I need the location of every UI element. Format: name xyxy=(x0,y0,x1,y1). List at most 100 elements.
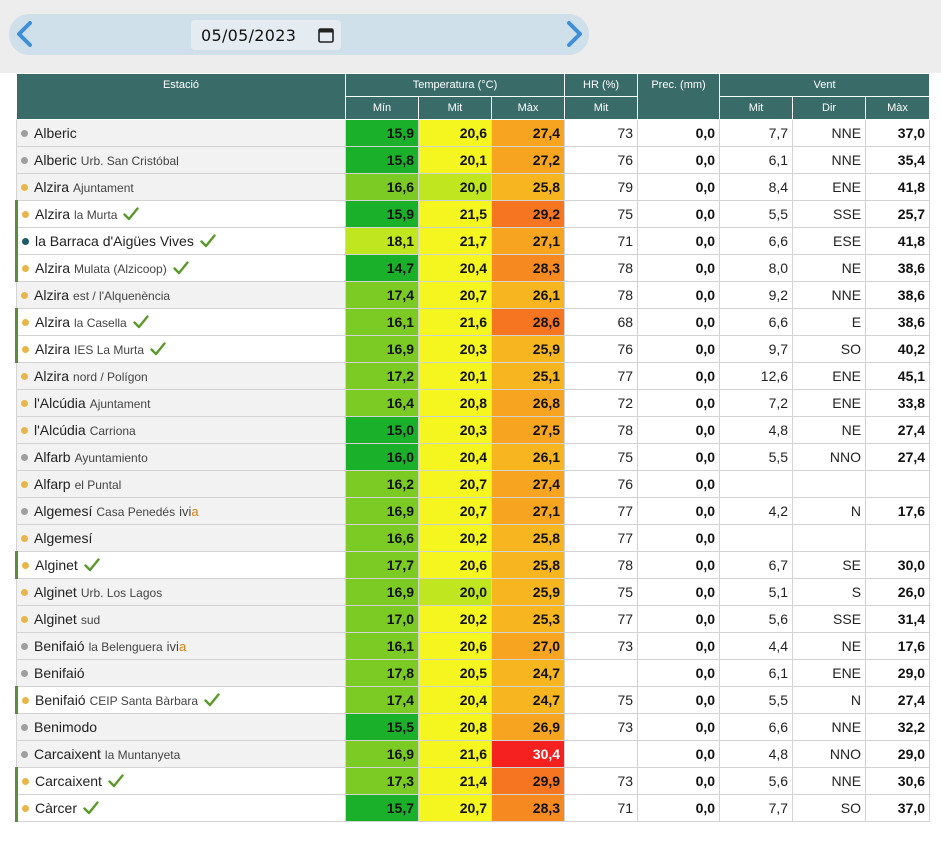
station-name[interactable]: Benifaió xyxy=(34,665,85,681)
table-row[interactable]: Alzira nord / Polígon 17,2 20,1 25,1 77 0,0 12,… xyxy=(16,362,931,390)
station-cell[interactable]: Càrcer xyxy=(15,794,346,822)
table-row[interactable]: Benifaió CEIP Santa Bàrbara 17,4 20,4 24,7 75… xyxy=(15,686,931,714)
station-name[interactable]: Alzira xyxy=(35,206,70,222)
station-name[interactable]: Benifaió xyxy=(35,692,86,708)
station-name[interactable]: Alzira xyxy=(34,287,69,303)
station-name[interactable]: Carcaixent xyxy=(34,746,101,762)
station-cell[interactable]: Alfarp el Puntal xyxy=(16,470,346,498)
station-cell[interactable]: Alzira IES La Murta xyxy=(15,335,346,363)
station-cell[interactable]: Algemesí Casa Penedés ivia xyxy=(16,497,346,525)
station-name[interactable]: l'Alcúdia xyxy=(34,395,86,411)
header-temp-mit[interactable]: Mit xyxy=(418,96,492,120)
station-name[interactable]: Algemesí xyxy=(34,503,92,519)
wind-mit-cell: 4,8 xyxy=(719,740,794,768)
station-location: la Muntanyeta xyxy=(104,748,181,762)
header-temp-min[interactable]: Mín xyxy=(345,96,419,120)
station-name[interactable]: Càrcer xyxy=(35,800,77,816)
station-cell[interactable]: Benifaió xyxy=(16,659,346,687)
station-cell[interactable]: l'Alcúdia Ajuntament xyxy=(16,389,346,417)
table-row[interactable]: Alzira la Murta 15,9 21,5 29,2 75 0,0 5,5 SSE 25,… xyxy=(15,200,931,228)
station-name[interactable]: Alginet xyxy=(35,557,78,573)
station-cell[interactable]: Alzira Mulata (Alzicoop) xyxy=(15,254,346,282)
table-row[interactable]: Carcaixent 17,3 21,4 29,9 73 0,0 5,6 NNE 30,6 xyxy=(15,767,931,795)
station-cell[interactable]: Alberic xyxy=(16,119,346,147)
chevron-right-icon[interactable] xyxy=(558,19,588,49)
temp-max-cell: 28,3 xyxy=(490,794,566,822)
station-name[interactable]: Alzira xyxy=(35,314,70,330)
station-cell[interactable]: Benifaió la Belenguera ivia xyxy=(16,632,346,660)
station-name[interactable]: Alginet xyxy=(34,584,77,600)
station-cell[interactable]: Alfarb Ayuntamiento xyxy=(16,443,346,471)
station-cell[interactable]: Alzira la Casella xyxy=(15,308,346,336)
table-row[interactable]: Benifaió la Belenguera ivia 16,1 20,6 27,0 73 0… xyxy=(16,632,931,660)
table-row[interactable]: Alzira est / l'Alquenència 17,4 20,7 26,1 78 0… xyxy=(16,281,931,309)
status-dot-icon xyxy=(21,481,28,488)
station-cell[interactable]: Carcaixent la Muntanyeta xyxy=(16,740,346,768)
header-hr-mit[interactable]: Mit xyxy=(564,96,639,120)
table-row[interactable]: la Barraca d'Aigües Vives 18,1 21,7 27,1 71 0… xyxy=(15,227,931,255)
precipitation-cell: 0,0 xyxy=(637,389,721,417)
station-cell[interactable]: Alzira Ajuntament xyxy=(16,173,346,201)
table-row[interactable]: Benifaió 17,8 20,5 24,7 0,0 6,1 ENE 29,0 xyxy=(16,659,931,687)
station-cell[interactable]: Alginet xyxy=(15,551,346,579)
station-name[interactable]: Algemesí xyxy=(34,530,92,546)
station-name[interactable]: la Barraca d'Aigües Vives xyxy=(35,233,194,249)
table-row[interactable]: Alfarp el Puntal 16,2 20,7 27,4 76 0,0 xyxy=(16,470,931,498)
chevron-left-icon[interactable] xyxy=(11,19,41,49)
station-cell[interactable]: Algemesí xyxy=(16,524,346,552)
table-row[interactable]: Algemesí Casa Penedés ivia 16,9 20,7 27,1 77 0,… xyxy=(16,497,931,525)
station-name[interactable]: Benimodo xyxy=(34,719,97,735)
table-row[interactable]: Alzira la Casella 16,1 21,6 28,6 68 0,0 6,6 E 38,… xyxy=(15,308,931,336)
station-name[interactable]: Alfarb xyxy=(34,449,71,465)
table-row[interactable]: Alberic 15,9 20,6 27,4 73 0,0 7,7 NNE 37,0 xyxy=(16,119,931,147)
station-cell[interactable]: Benimodo xyxy=(16,713,346,741)
status-dot-icon xyxy=(21,157,28,164)
table-row[interactable]: l'Alcúdia Ajuntament 16,4 20,8 26,8 72 0,0 7,2 E… xyxy=(16,389,931,417)
header-wind-mit[interactable]: Mit xyxy=(719,96,794,120)
table-row[interactable]: Alginet sud 17,0 20,2 25,3 77 0,0 5,6 SSE 31,4 xyxy=(16,605,931,633)
header-temp-max[interactable]: Màx xyxy=(490,96,566,120)
station-name[interactable]: l'Alcúdia xyxy=(34,422,86,438)
table-row[interactable]: Alzira IES La Murta 16,9 20,3 25,9 76 0,0 9,7 SO… xyxy=(15,335,931,363)
header-wind-max[interactable]: Màx xyxy=(865,96,931,120)
station-cell[interactable]: Carcaixent xyxy=(15,767,346,795)
station-cell[interactable]: Benifaió CEIP Santa Bàrbara xyxy=(15,686,346,714)
station-cell[interactable]: l'Alcúdia Carriona xyxy=(16,416,346,444)
precipitation-cell: 0,0 xyxy=(637,713,721,741)
station-name[interactable]: Alzira xyxy=(35,260,70,276)
table-row[interactable]: Càrcer 15,7 20,7 28,3 71 0,0 7,7 SO 37,0 xyxy=(15,794,931,822)
header-station[interactable]: Estació xyxy=(16,73,346,120)
table-row[interactable]: Alzira Mulata (Alzicoop) 14,7 20,4 28,3 78 0,0… xyxy=(15,254,931,282)
station-cell[interactable]: Alzira nord / Polígon xyxy=(16,362,346,390)
station-name[interactable]: Alberic xyxy=(34,125,77,141)
table-row[interactable]: Benimodo 15,5 20,8 26,9 73 0,0 6,6 NNE 32,2 xyxy=(16,713,931,741)
station-name[interactable]: Alberic xyxy=(34,152,77,168)
table-row[interactable]: Alfarb Ayuntamiento 16,0 20,4 26,1 75 0,0 5,5 NN… xyxy=(16,443,931,471)
station-name[interactable]: Carcaixent xyxy=(35,773,102,789)
header-wind-dir[interactable]: Dir xyxy=(792,96,867,120)
station-name[interactable]: Alzira xyxy=(35,341,70,357)
station-cell[interactable]: Alzira la Murta xyxy=(15,200,346,228)
table-row[interactable]: Alginet 17,7 20,6 25,8 78 0,0 6,7 SE 30,0 xyxy=(15,551,931,579)
table-row[interactable]: Algemesí 16,6 20,2 25,8 77 0,0 xyxy=(16,524,931,552)
station-name[interactable]: Alzira xyxy=(34,368,69,384)
date-input[interactable]: 05/05/2023 xyxy=(191,20,341,50)
header-precipitation[interactable]: Prec. (mm) xyxy=(637,73,721,120)
station-cell[interactable]: Alginet sud xyxy=(16,605,346,633)
station-cell[interactable]: Alzira est / l'Alquenència xyxy=(16,281,346,309)
precipitation-cell: 0,0 xyxy=(637,686,721,714)
calendar-icon[interactable] xyxy=(317,26,335,44)
table-row[interactable]: Carcaixent la Muntanyeta 16,9 21,6 30,4 0,0 4,… xyxy=(16,740,931,768)
station-cell[interactable]: Alginet Urb. Los Lagos xyxy=(16,578,346,606)
station-cell[interactable]: Alberic Urb. San Cristóbal xyxy=(16,146,346,174)
station-name[interactable]: Benifaió xyxy=(34,638,85,654)
station-name[interactable]: Alzira xyxy=(34,179,69,195)
station-cell[interactable]: la Barraca d'Aigües Vives xyxy=(15,227,346,255)
station-name[interactable]: Alfarp xyxy=(34,476,71,492)
temp-min-cell: 15,5 xyxy=(345,713,419,741)
table-row[interactable]: Alzira Ajuntament 16,6 20,0 25,8 79 0,0 8,4 ENE 4… xyxy=(16,173,931,201)
table-row[interactable]: Alberic Urb. San Cristóbal 15,8 20,1 27,2 76 0… xyxy=(16,146,931,174)
station-name[interactable]: Alginet xyxy=(34,611,77,627)
table-row[interactable]: l'Alcúdia Carriona 15,0 20,3 27,5 78 0,0 4,8 NE 2… xyxy=(16,416,931,444)
table-row[interactable]: Alginet Urb. Los Lagos 16,9 20,0 25,9 75 0,0 5,… xyxy=(16,578,931,606)
